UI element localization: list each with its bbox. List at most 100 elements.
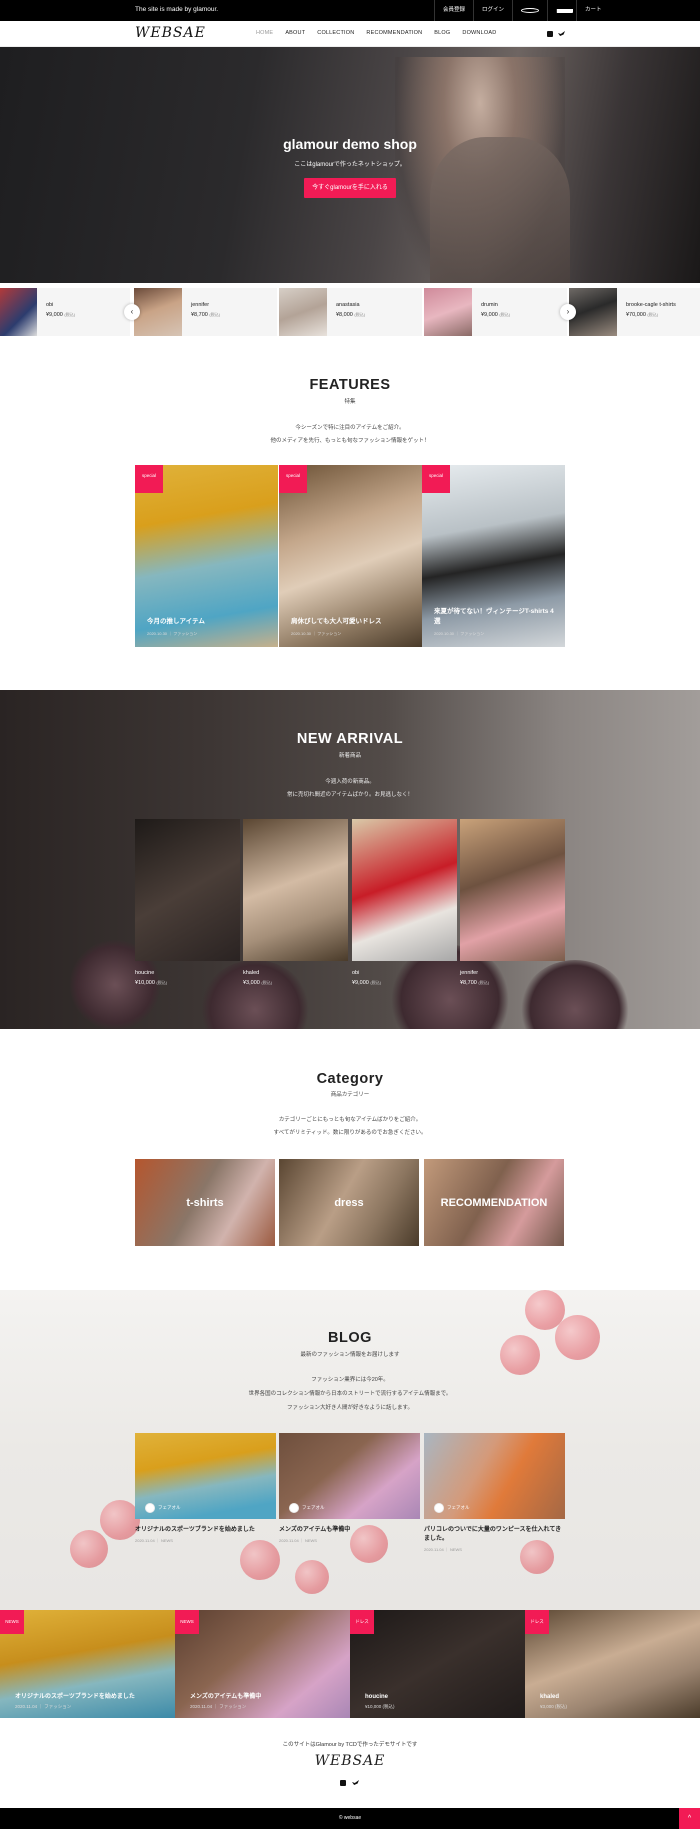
header: WEBSAE HOME ABOUT COLLECTION RECOMMENDAT… <box>0 21 700 47</box>
news-card[interactable]: NEWS オリジナルのスポーツブランドを始めました 2020.11.04 ｜ フ… <box>0 1610 175 1718</box>
arrival-product-price: ¥9,000 (税込) <box>352 980 382 986</box>
facebook-icon[interactable] <box>340 1780 346 1786</box>
arrival-product-name[interactable]: houcine <box>135 970 154 976</box>
blog-desc-2: 世界各国のコレクション情報から日本のストリートで流行するアイテム情報まで。 <box>248 1391 452 1397</box>
news-badge: ドレス <box>350 1610 374 1634</box>
blog-post-title[interactable]: オリジナルのスポーツブランドを始めました <box>135 1526 276 1535</box>
feature-card-date: 2020.10.30 ｜ ファッション <box>291 631 342 636</box>
news-card[interactable]: ドレス houcine ¥10,000 (税込) <box>350 1610 525 1718</box>
blog-post-card[interactable]: フェアオル パリコレのついでに大量のワンピースを仕入れてきました。 2020.1… <box>424 1433 565 1553</box>
author-avatar <box>434 1503 444 1513</box>
carousel-item[interactable]: jennifer ¥8,700 (税込) <box>134 288 277 336</box>
arrival-product-image[interactable] <box>352 819 457 961</box>
author-name: フェアオル <box>302 1505 325 1510</box>
hero-cta-button[interactable]: 今すぐglamourを手に入れる <box>304 178 396 198</box>
top-bar: The site is made by glamour. 会員登録 ログイン カ… <box>0 0 700 21</box>
cart-link[interactable]: カート <box>547 0 618 21</box>
facebook-icon[interactable] <box>547 31 553 37</box>
category-card-tshirts[interactable]: t-shirts <box>135 1159 275 1246</box>
arrival-product-name[interactable]: obi <box>352 970 359 976</box>
feature-card[interactable]: special 肩休びしても大人可愛いドレス 2020.10.30 ｜ ファッシ… <box>279 465 422 647</box>
news-card-title: khaled <box>540 1694 560 1700</box>
carousel-next-button[interactable]: › <box>560 304 576 320</box>
carousel-item[interactable]: brooke-cagle t-shirts ¥70,000 (税込) <box>569 288 700 336</box>
footer-description: このサイトはGlamour by TCDで作ったデモサイトです <box>282 1742 418 1748</box>
nav-home[interactable]: HOME <box>256 30 273 36</box>
arrival-product-price: ¥8,700 (税込) <box>460 980 490 986</box>
product-carousel: obi ¥9,000 (税込) jennifer ¥8,700 (税込) anast… <box>0 288 700 336</box>
product-name: drumin <box>481 302 498 308</box>
feature-card[interactable]: special 来夏が待てない！ヴィンテージT-shirts 4選 2020.1… <box>422 465 565 647</box>
category-card-dress[interactable]: dress <box>279 1159 419 1246</box>
arrival-product-image[interactable] <box>460 819 565 961</box>
register-link[interactable]: 会員登録 <box>434 0 473 21</box>
arrival-product-image[interactable] <box>135 819 240 961</box>
author-name: フェアオル <box>158 1505 181 1510</box>
news-card-title: メンズのアイテムも準備中 <box>190 1694 262 1700</box>
blog-post-card[interactable]: フェアオル メンズのアイテムも準備中 2020.11.04 ｜ NEWS <box>279 1433 420 1544</box>
copyright: © websae <box>0 1808 700 1829</box>
features-title: FEATURES <box>309 377 391 393</box>
features-desc-1: 今シーズンで特に注目のアイテムをご紹介。 <box>295 425 405 431</box>
blog-post-image: フェアオル <box>424 1433 565 1519</box>
hero-subtitle: ここはglamourで作ったネットショップ。 <box>294 162 406 168</box>
carousel-item[interactable]: drumin ¥9,000 (税込) <box>424 288 567 336</box>
blog-post-date: 2020.11.04 ｜ NEWS <box>424 1547 462 1552</box>
blog-post-title[interactable]: メンズのアイテムも準備中 <box>279 1526 420 1535</box>
news-badge: NEWS <box>175 1610 199 1634</box>
site-logo[interactable]: WEBSAE <box>135 25 206 41</box>
site-message: The site is made by glamour. <box>135 6 219 13</box>
back-to-top-button[interactable]: ^ <box>679 1808 700 1829</box>
feature-card-title: 来夏が待てない！ヴィンテージT-shirts 4選 <box>434 608 554 625</box>
blog-post-card[interactable]: フェアオル オリジナルのスポーツブランドを始めました 2020.11.04 ｜ … <box>135 1433 276 1544</box>
category-label: t-shirts <box>186 1196 224 1209</box>
carousel-prev-button[interactable]: ‹ <box>124 304 140 320</box>
blog-post-date: 2020.11.04 ｜ NEWS <box>135 1538 173 1543</box>
twitter-icon[interactable] <box>558 31 565 36</box>
blog-post-image: フェアオル <box>279 1433 420 1519</box>
carousel-item[interactable]: obi ¥9,000 (税込) <box>0 288 130 336</box>
nav-download[interactable]: DOWNLOAD <box>462 30 496 36</box>
product-thumb <box>134 288 182 336</box>
feature-badge: special <box>279 465 307 493</box>
nav-about[interactable]: ABOUT <box>285 30 305 36</box>
news-card-date: ¥3,000 (税込) <box>540 1704 568 1709</box>
news-card[interactable]: ドレス khaled ¥3,000 (税込) <box>525 1610 700 1718</box>
search-button[interactable] <box>512 0 547 21</box>
category-label: dress <box>334 1196 364 1209</box>
category-title: Category <box>316 1071 384 1087</box>
blog-post-title[interactable]: パリコレのついでに大量のワンピースを仕入れてきました。 <box>424 1526 565 1544</box>
cherry-decoration <box>240 1540 280 1580</box>
hero-title: glamour demo shop <box>283 136 417 152</box>
feature-card-title: 肩休びしても大人可愛いドレス <box>291 618 382 625</box>
product-thumb <box>569 288 617 336</box>
feature-card[interactable]: special 今月の推しアイテム 2020.10.30 ｜ ファッション <box>135 465 278 647</box>
news-card[interactable]: NEWS メンズのアイテムも準備中 2020.11.04 ｜ ファッション <box>175 1610 350 1718</box>
author-name: フェアオル <box>447 1505 470 1510</box>
arrival-product-name[interactable]: jennifer <box>460 970 478 976</box>
main-nav: HOME ABOUT COLLECTION RECOMMENDATION BLO… <box>256 30 496 36</box>
category-subtitle: 商品カテゴリー <box>330 1092 370 1098</box>
nav-recommendation[interactable]: RECOMMENDATION <box>366 30 422 36</box>
nav-collection[interactable]: COLLECTION <box>317 30 354 36</box>
cart-icon <box>556 8 574 13</box>
arrival-product-image[interactable] <box>243 819 348 961</box>
author-avatar <box>289 1503 299 1513</box>
nav-blog[interactable]: BLOG <box>434 30 450 36</box>
carousel-item[interactable]: anastasia ¥8,000 (税込) <box>279 288 422 336</box>
blog-title: BLOG <box>328 1330 372 1346</box>
arrival-subtitle: 新着商品 <box>338 753 361 759</box>
product-thumb <box>424 288 472 336</box>
category-card-recommendation[interactable]: RECOMMENDATION <box>424 1159 564 1246</box>
news-card-date: 2020.11.04 ｜ ファッション <box>15 1704 72 1709</box>
arrival-product-name[interactable]: khaled <box>243 970 259 976</box>
news-card-title: houcine <box>365 1694 389 1700</box>
twitter-icon[interactable] <box>352 1780 359 1785</box>
footer-logo[interactable]: WEBSAE <box>0 1753 700 1769</box>
product-name: anastasia <box>336 302 360 308</box>
product-price: ¥8,000 (税込) <box>336 312 366 318</box>
news-badge: ドレス <box>525 1610 549 1634</box>
news-card-title: オリジナルのスポーツブランドを始めました <box>15 1694 135 1700</box>
login-link[interactable]: ログイン <box>473 0 512 21</box>
blog-post-image: フェアオル <box>135 1433 276 1519</box>
